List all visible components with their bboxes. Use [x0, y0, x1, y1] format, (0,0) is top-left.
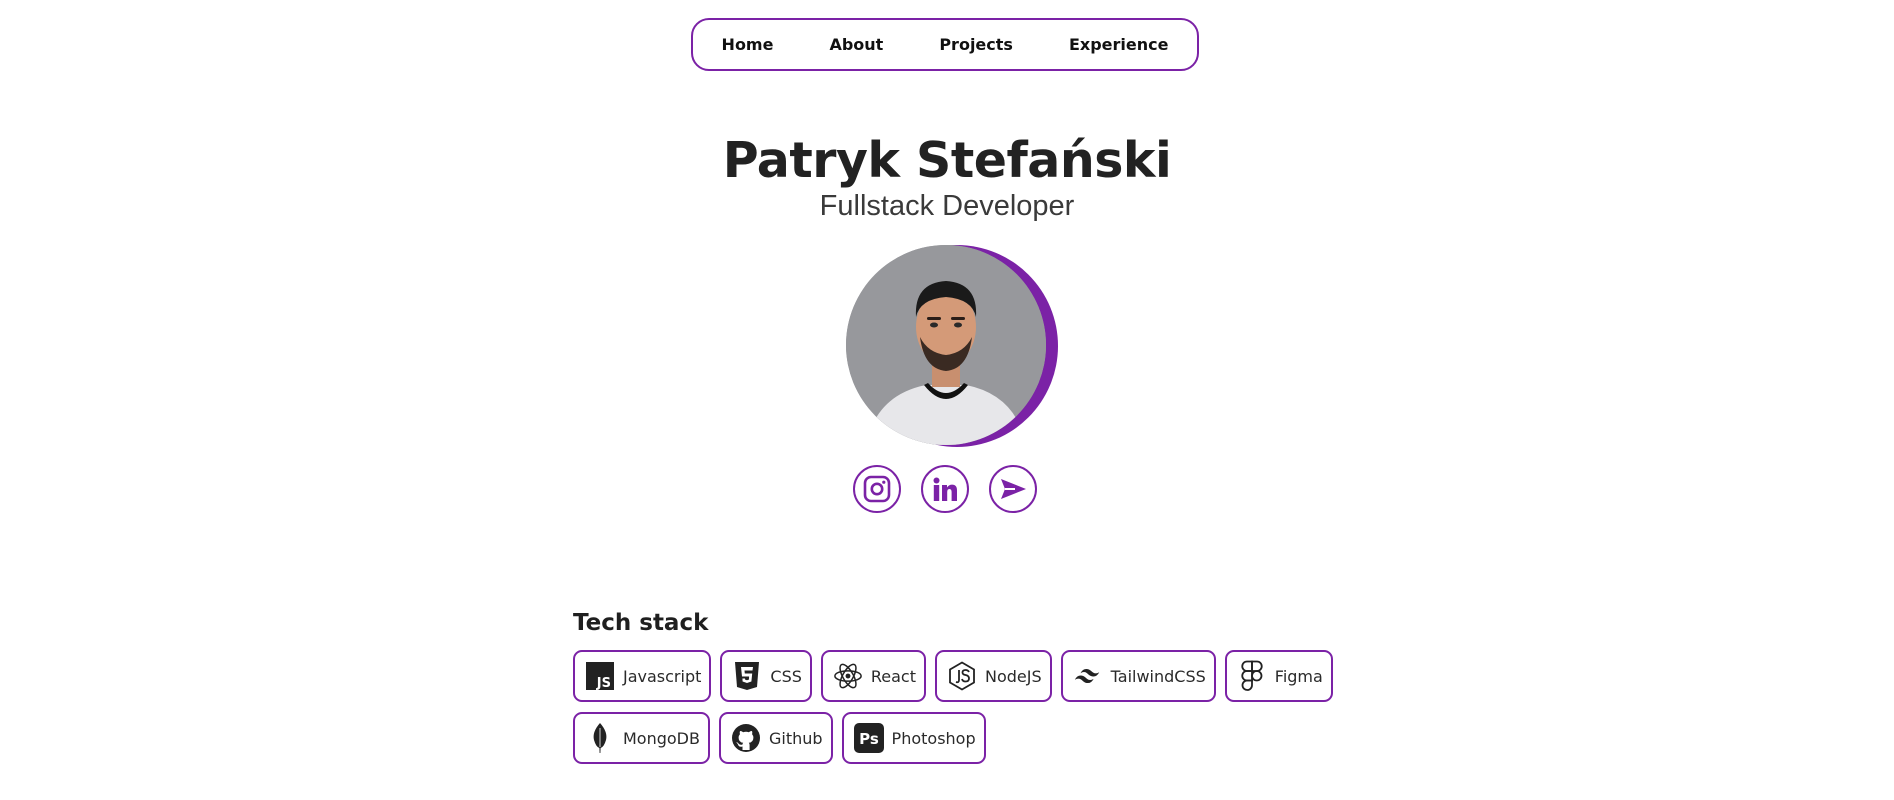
hero-role: Fullstack Developer — [819, 190, 1075, 222]
tech-chip-photoshop: Ps Photoshop — [841, 712, 986, 764]
svg-text:JS: JS — [596, 676, 611, 690]
tech-chip-label: Javascript — [623, 666, 702, 686]
tech-chip-label: Figma — [1274, 666, 1323, 686]
instagram-button[interactable] — [853, 465, 901, 513]
tech-chip-nodejs: NodeJS — [935, 650, 1052, 702]
nodejs-icon — [947, 661, 977, 691]
tech-chip-label: TailwindCSS — [1110, 666, 1206, 686]
avatar — [846, 245, 1046, 445]
css3-icon — [732, 661, 762, 691]
tech-chip-figma: Figma — [1224, 650, 1333, 702]
tech-chip-tailwindcss: TailwindCSS — [1060, 650, 1216, 702]
tech-chip-label: NodeJS — [985, 666, 1042, 686]
tech-chip-label: Github — [768, 728, 823, 748]
tailwindcss-icon — [1073, 661, 1103, 691]
nav-link-home[interactable]: Home — [722, 35, 774, 54]
hero-name: Patryk Stefański — [722, 132, 1172, 189]
tech-chip-react: React — [820, 650, 926, 702]
social-links — [853, 465, 1037, 513]
tech-stack-list: JS Javascript CSS React NodeJS TailwindC… — [573, 650, 1333, 764]
nav-link-experience[interactable]: Experience — [1069, 35, 1169, 54]
send-message-button[interactable] — [989, 465, 1037, 513]
top-navigation: Home About Projects Experience — [691, 18, 1199, 71]
nav-link-about[interactable]: About — [829, 35, 883, 54]
tech-chip-label: Photoshop — [891, 728, 976, 748]
photoshop-icon: Ps — [853, 723, 884, 753]
tech-stack-title: Tech stack — [573, 610, 709, 636]
tech-chip-label: CSS — [770, 666, 802, 686]
figma-icon — [1237, 660, 1267, 691]
tech-chip-css: CSS — [720, 650, 812, 702]
tech-chip-mongodb: MongoDB — [573, 712, 710, 764]
linkedin-icon — [933, 477, 957, 501]
tech-chip-label: React — [870, 666, 916, 686]
linkedin-button[interactable] — [921, 465, 969, 513]
instagram-icon — [863, 475, 891, 503]
tech-chip-javascript: JS Javascript — [573, 650, 712, 702]
react-icon — [833, 661, 863, 691]
mongodb-icon — [585, 723, 615, 753]
nav-link-projects[interactable]: Projects — [939, 35, 1013, 54]
avatar-container — [846, 245, 1058, 447]
tech-chip-github: Github — [718, 712, 833, 764]
tech-chip-label: MongoDB — [623, 728, 700, 748]
github-icon — [731, 723, 761, 753]
svg-text:Ps: Ps — [859, 730, 879, 748]
javascript-icon: JS — [585, 661, 615, 691]
send-icon — [1001, 479, 1026, 499]
avatar-portrait — [846, 245, 1046, 445]
